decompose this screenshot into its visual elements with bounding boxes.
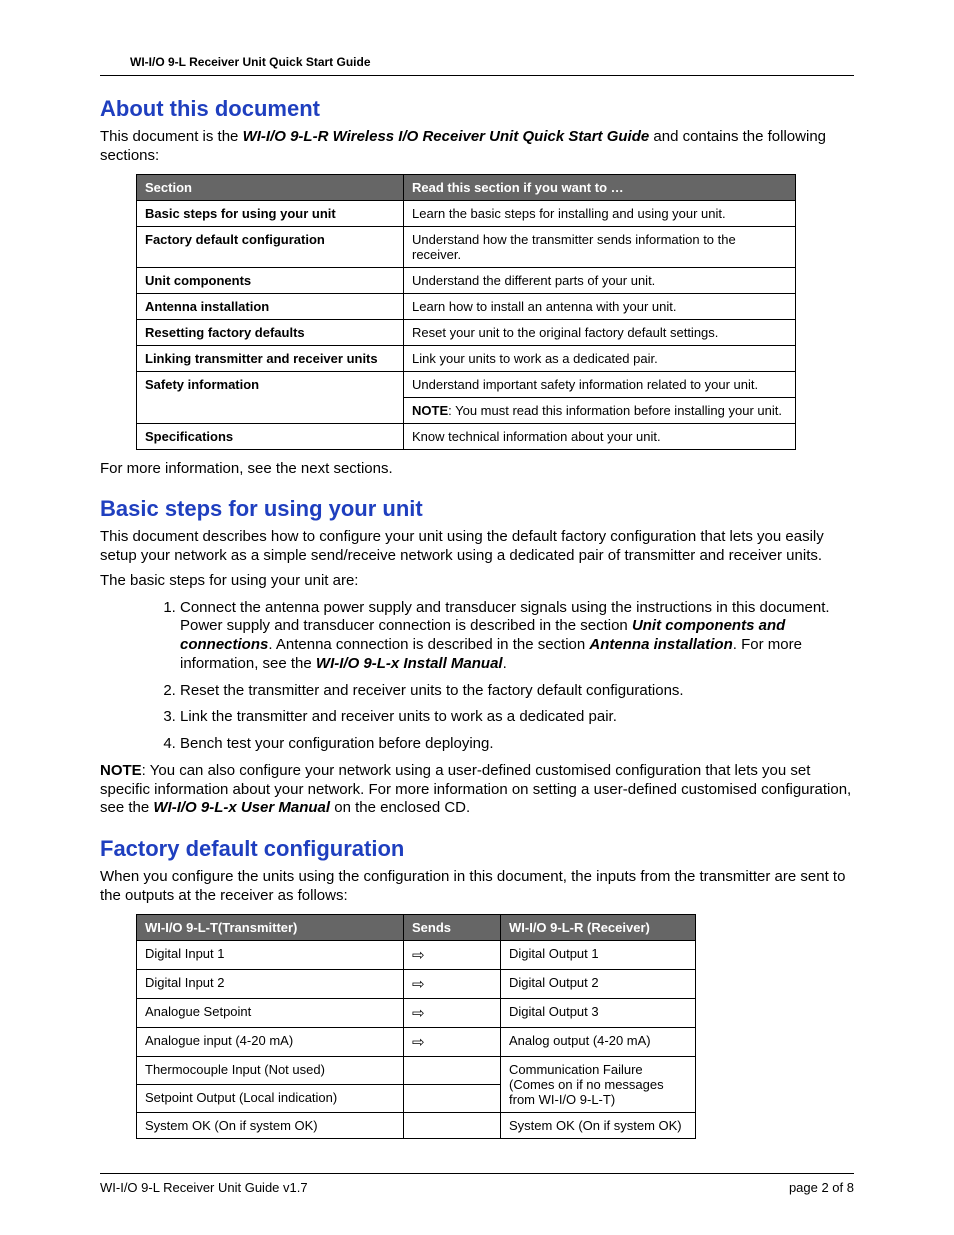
cell-section: Antenna installation <box>137 293 404 319</box>
cell-desc: Reset your unit to the original factory … <box>404 319 796 345</box>
cell-desc: Know technical information about your un… <box>404 423 796 449</box>
col-sends: Sends <box>404 914 501 940</box>
cell-desc: Understand how the transmitter sends inf… <box>404 226 796 267</box>
cell-tx: System OK (On if system OK) <box>137 1112 404 1138</box>
factory-intro: When you configure the units using the c… <box>100 868 854 906</box>
note-label: NOTE <box>412 403 448 418</box>
factory-mapping-table: WI-I/O 9-L-T(Transmitter) Sends WI-I/O 9… <box>136 914 696 1139</box>
cell-desc: Link your units to work as a dedicated p… <box>404 345 796 371</box>
table-row: Digital Input 2 ⇨ Digital Output 2 <box>137 969 696 998</box>
footer-left: WI-I/O 9-L Receiver Unit Guide v1.7 <box>100 1180 308 1195</box>
header-rule <box>100 75 854 76</box>
table-row: Analogue Setpoint ⇨ Digital Output 3 <box>137 998 696 1027</box>
heading-about: About this document <box>100 96 854 122</box>
cell-rx: System OK (On if system OK) <box>501 1112 696 1138</box>
table-row: Basic steps for using your unit Learn th… <box>137 200 796 226</box>
header-title: WI-I/O 9-L Receiver Unit Quick Start Gui… <box>100 55 854 69</box>
col-section: Section <box>137 174 404 200</box>
cell-desc: Learn the basic steps for installing and… <box>404 200 796 226</box>
cell-rx: Digital Output 2 <box>501 969 696 998</box>
cell-section: Safety information <box>137 371 404 423</box>
table-row: Resetting factory defaults Reset your un… <box>137 319 796 345</box>
arrow-icon <box>404 1056 501 1084</box>
step1-mid: . Antenna connection is described in the… <box>268 636 589 653</box>
table-row: Analogue input (4-20 mA) ⇨ Analog output… <box>137 1027 696 1056</box>
cell-section: Linking transmitter and receiver units <box>137 345 404 371</box>
table-row: Specifications Know technical informatio… <box>137 423 796 449</box>
about-intro-bold: WI-I/O 9-L-R Wireless I/O Receiver Unit … <box>243 128 650 145</box>
cell-note: NOTE: You must read this information bef… <box>404 397 796 423</box>
footer-rule <box>100 1173 854 1174</box>
arrow-icon <box>404 1112 501 1138</box>
cell-desc: Understand the different parts of your u… <box>404 267 796 293</box>
cell-tx: Digital Input 2 <box>137 969 404 998</box>
cell-rx: Digital Output 3 <box>501 998 696 1027</box>
table-row: Digital Input 1 ⇨ Digital Output 1 <box>137 940 696 969</box>
table-row: Factory default configuration Understand… <box>137 226 796 267</box>
step1-b2: Antenna installation <box>589 636 732 653</box>
steps-list: Connect the antenna power supply and tra… <box>160 599 854 754</box>
note-post: on the enclosed CD. <box>330 799 470 816</box>
cell-tx: Analogue input (4-20 mA) <box>137 1027 404 1056</box>
heading-basic-steps: Basic steps for using your unit <box>100 496 854 522</box>
note-bold: WI-I/O 9-L-x User Manual <box>153 799 330 816</box>
arrow-icon <box>404 1084 501 1112</box>
note-text: : You must read this information before … <box>448 403 782 418</box>
cell-rx: Analog output (4-20 mA) <box>501 1027 696 1056</box>
cell-tx: Setpoint Output (Local indication) <box>137 1084 404 1112</box>
note-label: NOTE <box>100 762 142 779</box>
table-row: Antenna installation Learn how to instal… <box>137 293 796 319</box>
col-transmitter: WI-I/O 9-L-T(Transmitter) <box>137 914 404 940</box>
cell-section: Basic steps for using your unit <box>137 200 404 226</box>
step1-b3: WI-I/O 9-L-x Install Manual <box>316 655 503 672</box>
about-sections-table: Section Read this section if you want to… <box>136 174 796 450</box>
step-item: Reset the transmitter and receiver units… <box>180 682 854 701</box>
arrow-icon: ⇨ <box>404 969 501 998</box>
basic-note: NOTE: You can also configure your networ… <box>100 762 854 818</box>
table-row: Linking transmitter and receiver units L… <box>137 345 796 371</box>
col-receiver: WI-I/O 9-L-R (Receiver) <box>501 914 696 940</box>
cell-section: Resetting factory defaults <box>137 319 404 345</box>
page-footer: WI-I/O 9-L Receiver Unit Guide v1.7 page… <box>100 1173 854 1195</box>
arrow-icon: ⇨ <box>404 998 501 1027</box>
footer-right: page 2 of 8 <box>789 1180 854 1195</box>
arrow-icon: ⇨ <box>404 940 501 969</box>
col-read-if: Read this section if you want to … <box>404 174 796 200</box>
table-header-row: WI-I/O 9-L-T(Transmitter) Sends WI-I/O 9… <box>137 914 696 940</box>
cell-tx: Thermocouple Input (Not used) <box>137 1056 404 1084</box>
table-header-row: Section Read this section if you want to… <box>137 174 796 200</box>
about-outro: For more information, see the next secti… <box>100 460 854 479</box>
about-intro: This document is the WI-I/O 9-L-R Wirele… <box>100 128 854 166</box>
cell-desc: Learn how to install an antenna with you… <box>404 293 796 319</box>
cell-tx: Digital Input 1 <box>137 940 404 969</box>
cell-rx: Communication Failure (Comes on if no me… <box>501 1056 696 1112</box>
step-item: Connect the antenna power supply and tra… <box>180 599 854 674</box>
step-item: Bench test your configuration before dep… <box>180 735 854 754</box>
table-row: Safety information Understand important … <box>137 371 796 397</box>
arrow-icon: ⇨ <box>404 1027 501 1056</box>
basic-intro: This document describes how to configure… <box>100 528 854 566</box>
step-item: Link the transmitter and receiver units … <box>180 708 854 727</box>
step1-post: . <box>503 655 507 672</box>
about-intro-pre: This document is the <box>100 128 243 145</box>
cell-tx: Analogue Setpoint <box>137 998 404 1027</box>
cell-section: Specifications <box>137 423 404 449</box>
cell-desc: Understand important safety information … <box>404 371 796 397</box>
table-row: Unit components Understand the different… <box>137 267 796 293</box>
cell-section: Factory default configuration <box>137 226 404 267</box>
table-row: System OK (On if system OK) System OK (O… <box>137 1112 696 1138</box>
cell-rx: Digital Output 1 <box>501 940 696 969</box>
basic-lead: The basic steps for using your unit are: <box>100 572 854 591</box>
heading-factory: Factory default configuration <box>100 836 854 862</box>
cell-section: Unit components <box>137 267 404 293</box>
table-row: Thermocouple Input (Not used) Communicat… <box>137 1056 696 1084</box>
